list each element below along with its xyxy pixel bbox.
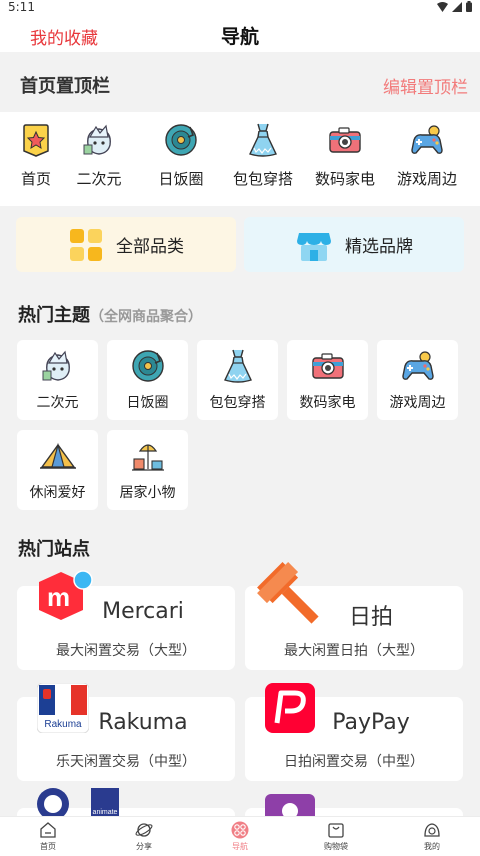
topic-home[interactable]: 居家小物 xyxy=(107,430,188,510)
nav-home[interactable]: 首页 xyxy=(0,817,96,856)
status-time: 5:11 xyxy=(8,0,35,14)
pinned-item-games[interactable]: 游戏周边 xyxy=(386,122,468,192)
hot-sites-heading: 热门站点 xyxy=(18,539,90,560)
status-icons xyxy=(437,1,472,12)
category-cards: 全部品类 精选品牌 xyxy=(16,217,464,272)
site-card-paypay[interactable]: PayPay 日拍闲置交易（中型） xyxy=(245,683,463,781)
topic-fandom[interactable]: 日饭圈 xyxy=(107,340,188,420)
pinned-section: 首页置顶栏 编辑置顶栏 首页 二次元 日饭圈 包包穿搭 数码家电 游戏周边 xyxy=(0,52,480,206)
grid-nav-icon xyxy=(231,821,249,839)
nav-shopping-bag[interactable]: 购物袋 xyxy=(288,817,384,856)
site-name: Mercari xyxy=(102,599,184,624)
gamepad-icon xyxy=(399,348,437,384)
site-name: PayPay xyxy=(332,710,410,735)
home-star-icon xyxy=(18,122,54,158)
topic-label: 休闲爱好 xyxy=(29,485,86,501)
nav-label: 购物袋 xyxy=(324,842,348,851)
dress-icon xyxy=(245,122,281,158)
site-name: Rakuma xyxy=(98,710,188,735)
topic-label: 居家小物 xyxy=(119,485,176,501)
pinned-item-home[interactable]: 首页 xyxy=(18,122,54,192)
site-name: 日拍 xyxy=(348,605,393,630)
nav-label: 导航 xyxy=(232,842,248,851)
pinned-item-digital[interactable]: 数码家电 xyxy=(304,122,386,192)
animate-logo-text: animate xyxy=(93,809,118,816)
pinned-item-label: 二次元 xyxy=(76,170,122,188)
vinyl-record-icon xyxy=(129,348,167,384)
wifi-icon xyxy=(437,1,448,12)
grid-icon xyxy=(70,228,102,261)
page-title: 导航 xyxy=(220,26,259,48)
featured-brands-label: 精选品牌 xyxy=(345,237,413,257)
nav-navigation[interactable]: 导航 xyxy=(192,817,288,856)
nav-mine[interactable]: 我的 xyxy=(384,817,480,856)
status-bar: 5:11 xyxy=(0,0,480,14)
top-bar: 我的收藏 导航 xyxy=(0,14,480,52)
featured-brands-button[interactable]: 精选品牌 xyxy=(244,217,464,272)
pinned-item-label: 包包穿搭 xyxy=(232,170,293,188)
topic-label: 日饭圈 xyxy=(126,395,169,411)
pinned-item-label: 游戏周边 xyxy=(396,170,457,188)
pinned-heading: 首页置顶栏 xyxy=(20,76,110,97)
bottom-nav: 首页 分享 导航 购物袋 我的 xyxy=(0,816,480,856)
site-card-yahoo-auction[interactable]: 日拍 最大闲置日拍（大型） xyxy=(245,562,463,670)
nav-label: 我的 xyxy=(424,842,440,851)
pinned-header: 首页置顶栏 编辑置顶栏 xyxy=(0,52,480,112)
site-desc: 日拍闲置交易（中型） xyxy=(284,754,424,770)
topic-label: 数码家电 xyxy=(299,395,356,411)
battery-icon xyxy=(466,1,472,12)
gamepad-icon xyxy=(409,122,445,158)
hot-topics-heading: 热门主题（全网商品聚合） xyxy=(18,301,202,327)
pinned-item-label: 首页 xyxy=(20,170,51,188)
tent-icon xyxy=(39,438,77,474)
pinned-item-anime[interactable]: 二次元 xyxy=(58,122,140,192)
topic-fashion[interactable]: 包包穿搭 xyxy=(197,340,278,420)
vinyl-record-icon xyxy=(163,122,199,158)
topic-label: 二次元 xyxy=(36,395,79,411)
site-desc: 最大闲置交易（大型） xyxy=(56,643,196,659)
topic-anime[interactable]: 二次元 xyxy=(17,340,98,420)
hot-topics-subtitle: （全网商品聚合） xyxy=(90,309,202,325)
hot-topics-title: 热门主题 xyxy=(18,305,90,326)
pinned-item-fashion[interactable]: 包包穿搭 xyxy=(222,122,304,192)
pinned-item-label: 数码家电 xyxy=(314,170,375,188)
topic-games[interactable]: 游戏周边 xyxy=(377,340,458,420)
home-goods-icon xyxy=(129,438,167,474)
profile-icon xyxy=(424,823,440,837)
site-card-rakuma[interactable]: Rakuma Rakuma 乐天闲置交易（中型） xyxy=(17,682,235,781)
nav-share[interactable]: 分享 xyxy=(96,817,192,856)
topic-label: 包包穿搭 xyxy=(209,395,266,411)
all-categories-button[interactable]: 全部品类 xyxy=(16,217,236,272)
planet-icon xyxy=(135,823,153,837)
site-desc: 乐天闲置交易（中型） xyxy=(56,754,196,770)
site-desc: 最大闲置日拍（大型） xyxy=(284,643,424,659)
site-card-mercari[interactable]: m Mercari 最大闲置交易（大型） xyxy=(17,570,235,670)
edit-pinned-button[interactable]: 编辑置顶栏 xyxy=(383,73,468,98)
anime-character-icon xyxy=(81,122,117,158)
home-icon xyxy=(40,822,56,838)
nav-label: 分享 xyxy=(136,842,152,851)
dress-icon xyxy=(219,348,257,384)
pinned-item-fandom[interactable]: 日饭圈 xyxy=(140,122,222,192)
topic-leisure[interactable]: 休闲爱好 xyxy=(17,430,98,510)
shopping-bag-icon xyxy=(328,823,344,838)
all-categories-label: 全部品类 xyxy=(116,237,184,257)
topic-label: 游戏周边 xyxy=(389,395,446,411)
camera-icon xyxy=(327,122,363,158)
camera-icon xyxy=(309,348,347,384)
pinned-items: 首页 二次元 日饭圈 包包穿搭 数码家电 游戏周边 xyxy=(0,122,480,192)
nav-label: 首页 xyxy=(40,842,56,851)
anime-character-icon xyxy=(39,348,77,384)
signal-icon xyxy=(452,1,462,12)
store-icon xyxy=(297,232,331,261)
pinned-item-label: 日饭圈 xyxy=(158,170,204,188)
topic-digital[interactable]: 数码家电 xyxy=(287,340,368,420)
